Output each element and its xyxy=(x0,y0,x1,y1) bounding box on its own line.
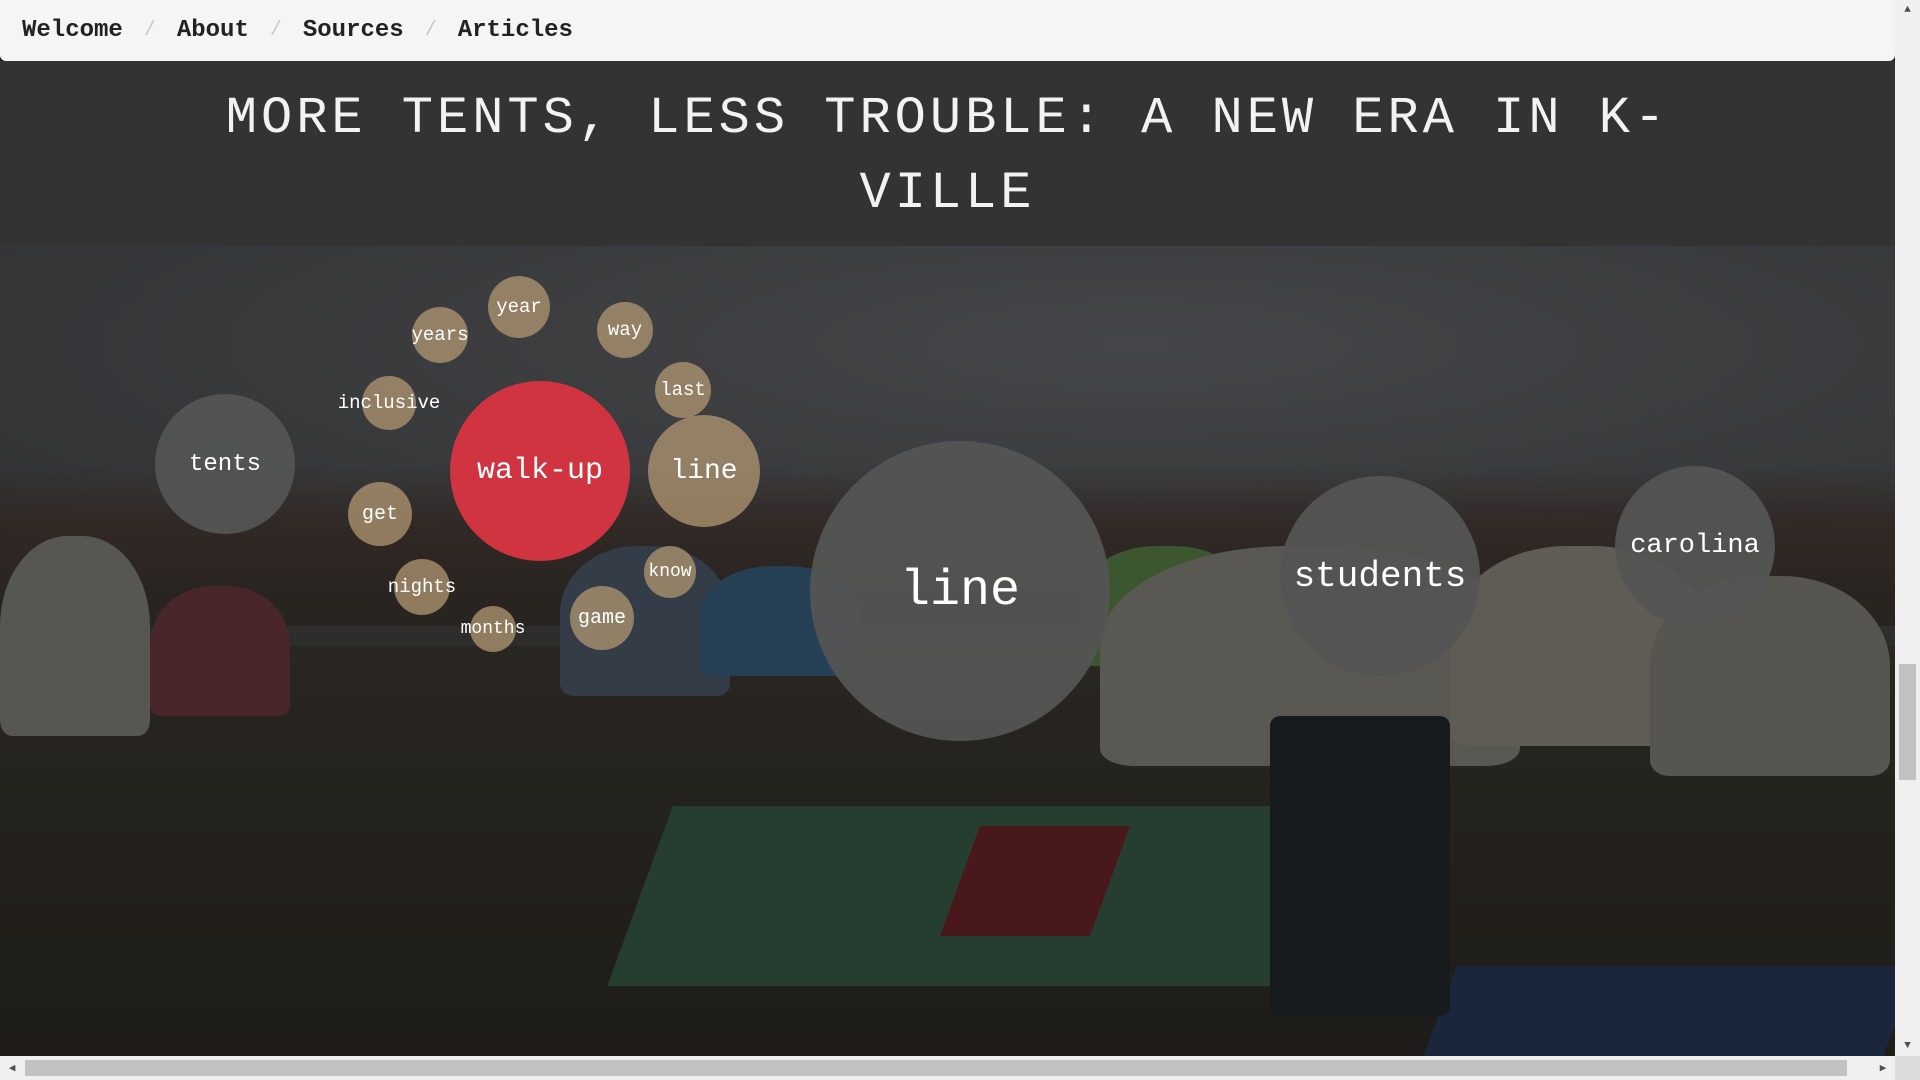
word-bubble-label: carolina xyxy=(1630,531,1760,561)
breadcrumb: Welcome / About / Sources / Articles xyxy=(0,0,1895,61)
word-bubble-know[interactable]: know xyxy=(644,546,696,598)
horizontal-scrollbar[interactable]: ◀ ▶ xyxy=(0,1056,1895,1080)
word-bubble-label: last xyxy=(660,379,706,401)
page-title: MORE TENTS, LESS TROUBLE: A NEW ERA IN K… xyxy=(225,88,1670,223)
word-bubble-label: walk-up xyxy=(476,454,604,488)
hero-photo: tents year years way last inclusive walk… xyxy=(0,246,1895,1056)
title-band: MORE TENTS, LESS TROUBLE: A NEW ERA IN K… xyxy=(0,61,1895,246)
horizontal-scrollbar-thumb[interactable] xyxy=(25,1060,1847,1076)
word-bubble-label: tents xyxy=(188,450,261,478)
word-bubble-carolina[interactable]: carolina xyxy=(1615,466,1775,626)
breadcrumb-separator: / xyxy=(269,19,282,42)
vertical-scrollbar[interactable]: ▲ ▼ xyxy=(1895,0,1920,1056)
word-bubble-line-big[interactable]: line xyxy=(810,441,1110,741)
arrow-down-icon[interactable]: ▼ xyxy=(1895,1036,1920,1056)
word-bubble-way[interactable]: way xyxy=(597,302,653,358)
word-bubble-label: students xyxy=(1293,555,1467,597)
breadcrumb-articles[interactable]: Articles xyxy=(458,17,573,44)
word-bubble-label: years xyxy=(411,324,469,346)
word-bubble-students[interactable]: students xyxy=(1280,476,1480,676)
breadcrumb-separator: / xyxy=(143,19,156,42)
word-bubble-nights[interactable]: nights xyxy=(388,559,456,615)
word-bubble-label: nights xyxy=(387,576,457,598)
word-bubble-label: months xyxy=(460,619,526,639)
breadcrumb-separator: / xyxy=(424,19,437,42)
word-bubble-months[interactable]: months xyxy=(461,606,525,652)
arrow-right-icon[interactable]: ▶ xyxy=(1871,1056,1895,1080)
word-bubble-last[interactable]: last xyxy=(655,362,711,418)
breadcrumb-sources[interactable]: Sources xyxy=(303,17,404,44)
vertical-scrollbar-thumb[interactable] xyxy=(1899,664,1916,780)
word-bubble-label: get xyxy=(361,502,398,526)
word-bubble-label: way xyxy=(607,319,643,341)
word-bubble-label: line xyxy=(899,562,1021,620)
word-bubble-year[interactable]: year xyxy=(488,276,550,338)
word-bubble-label: game xyxy=(577,606,626,630)
word-bubble-tents[interactable]: tents xyxy=(155,394,295,534)
word-bubble-label: know xyxy=(648,562,692,582)
word-bubble-label: year xyxy=(496,296,542,318)
word-bubble-get[interactable]: get xyxy=(348,482,412,546)
breadcrumb-welcome[interactable]: Welcome xyxy=(22,17,123,44)
arrow-up-icon[interactable]: ▲ xyxy=(1895,0,1920,20)
word-bubble-label: line xyxy=(670,455,738,487)
word-bubble-label: inclusive xyxy=(337,392,441,414)
breadcrumb-about[interactable]: About xyxy=(177,17,249,44)
word-bubble-game[interactable]: game xyxy=(570,586,634,650)
word-bubble-years[interactable]: years xyxy=(411,307,469,363)
word-bubble-line-small[interactable]: line xyxy=(648,415,760,527)
word-bubble-inclusive[interactable]: inclusive xyxy=(338,376,440,430)
arrow-left-icon[interactable]: ◀ xyxy=(0,1056,24,1080)
word-bubble-walkup[interactable]: walk-up xyxy=(450,381,630,561)
scrollbar-corner xyxy=(1895,1056,1920,1080)
